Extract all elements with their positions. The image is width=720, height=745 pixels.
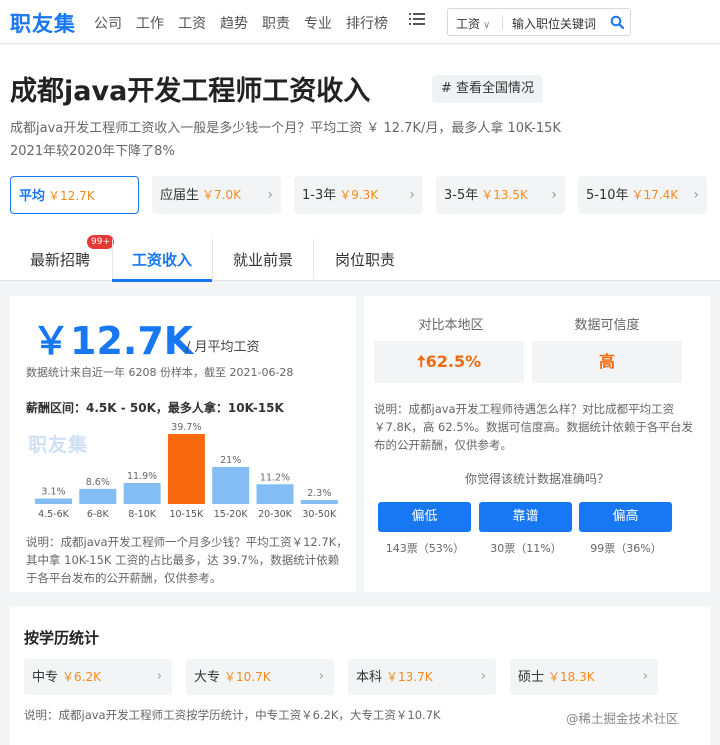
credibility-label: 数据可信度 xyxy=(574,318,640,333)
chevron-right-icon: › xyxy=(642,669,648,684)
experience-filter: 平均 ￥12.7K 应届生 ￥7.0K › 1-3年 ￥9.3K › 3-5年 ￥13.5K… xyxy=(10,176,720,214)
bar-category-label: 15-20K xyxy=(214,509,249,520)
search-box: 工资 ∨ 输入职位关键词 xyxy=(447,8,631,36)
menu-icon[interactable] xyxy=(409,13,425,29)
chevron-right-icon: › xyxy=(318,669,324,684)
tab-divider xyxy=(313,239,314,279)
bar-value-label: 2.3% xyxy=(307,488,331,499)
salary-range: 薪酬区间：4.5K - 50K，最多人拿：10K-15K xyxy=(26,401,284,415)
sample-info: 数据统计来自近一年 6208 份样本，截至 2021-06-28 xyxy=(26,366,294,379)
bar-8-10K xyxy=(123,483,161,504)
top-bar: 职友集 公司 工作 工资 趋势 职责 专业 排行榜 工资 ∨ 输入职位关键词 xyxy=(0,0,720,44)
new-jobs-badge: 99+ xyxy=(87,235,114,249)
bar-4.5-6K xyxy=(35,498,72,504)
bar-10-15K xyxy=(167,434,205,504)
average-salary: ￥12.7K xyxy=(32,319,194,363)
header-section: 成都java开发工程师工资收入 # 查看全国情况 成都java开发工程师工资收入… xyxy=(0,45,720,282)
vote-question: 你觉得该统计数据准确吗？ xyxy=(464,472,609,486)
pill-3-5-years[interactable]: 3-5年 ￥13.5K › xyxy=(436,176,565,214)
search-divider xyxy=(502,15,503,30)
salary-note: 说明：成都java开发工程师一个月多少钱？平均工资￥12.7K，其中拿 10K-… xyxy=(26,535,348,585)
salary-distribution-chart: 3.1% 4.5-6K 8.6% 6-8K 11.9% 8-10K 39.7% 10-15K 2… xyxy=(35,422,338,520)
chevron-right-icon: › xyxy=(551,187,557,203)
tab-salary[interactable]: 工资收入 xyxy=(132,249,192,270)
bar-category-label: 8-10K xyxy=(128,509,157,520)
active-tab-indicator xyxy=(112,279,212,282)
vote-accurate-button[interactable]: 靠谱 xyxy=(479,502,572,532)
tab-bar: 最新招聘 99+ 工资收入 就业前景 岗位职责 xyxy=(0,235,720,282)
chevron-right-icon: › xyxy=(480,669,486,684)
pill-graduate[interactable]: 应届生 ￥7.0K › xyxy=(152,176,281,214)
nav-item-major[interactable]: 专业 xyxy=(304,13,332,33)
search-type-select[interactable]: 工资 ∨ xyxy=(456,15,490,32)
vote-high-button[interactable]: 偏高 xyxy=(579,502,672,532)
chevron-right-icon: › xyxy=(409,187,415,203)
bar-30-50K xyxy=(300,499,338,504)
search-input[interactable]: 输入职位关键词 xyxy=(512,15,596,32)
main-nav: 公司 工作 工资 趋势 职责 专业 排行榜 xyxy=(94,13,402,33)
tab-divider xyxy=(212,239,213,279)
nav-item-trend[interactable]: 趋势 xyxy=(220,13,248,33)
bar-category-label: 6-8K xyxy=(87,509,110,520)
tab-latest-jobs[interactable]: 最新招聘 xyxy=(30,249,90,270)
bar-value-label: 3.1% xyxy=(41,487,65,498)
tab-prospects[interactable]: 就业前景 xyxy=(233,249,293,270)
credibility-value-box: 高 xyxy=(532,341,682,383)
description-line: 2021年较2020年下降了8% xyxy=(10,144,175,159)
edu-item-secondary[interactable]: 中专 ￥6.2K › xyxy=(24,659,172,695)
edu-item-college[interactable]: 大专 ￥10.7K › xyxy=(186,659,334,695)
bar-category-label: 30-50K xyxy=(302,509,337,520)
compare-value-box: 🠅62.5% xyxy=(374,341,524,383)
education-list: 中专 ￥6.2K › 大专 ￥10.7K › 本科 ￥13.7K › 硕士 ￥18.3K › xyxy=(24,659,672,695)
vote-count: 143票（53%） xyxy=(385,542,465,555)
search-icon[interactable] xyxy=(610,15,624,29)
site-logo[interactable]: 职友集 xyxy=(10,8,76,38)
bar-15-20K xyxy=(212,466,250,504)
page-description: 成都java开发工程师工资收入一般是多少钱一个月？平均工资 ￥ 12.7K/月，… xyxy=(10,117,570,163)
bar-value-label: 39.7% xyxy=(171,422,201,433)
nav-item-ranking[interactable]: 排行榜 xyxy=(346,13,388,33)
bar-6-8K xyxy=(79,488,117,504)
description-line: 成都java开发工程师工资收入一般是多少钱一个月？平均工资 ￥ 12.7K/月，… xyxy=(10,121,561,136)
salary-card: ￥12.7K / 月平均工资 数据统计来自近一年 6208 份样本，截至 202… xyxy=(10,296,356,592)
nav-item-company[interactable]: 公司 xyxy=(94,13,122,33)
chevron-right-icon: › xyxy=(267,187,273,203)
bar-value-label: 11.9% xyxy=(127,471,157,482)
compare-label: 对比本地区 xyxy=(418,318,484,333)
education-title: 按学历统计 xyxy=(24,629,100,647)
bar-category-label: 4.5-6K xyxy=(38,509,70,520)
chevron-down-icon: ∨ xyxy=(483,20,491,31)
bar-value-label: 11.2% xyxy=(260,472,290,483)
page-title: 成都java开发工程师工资收入 xyxy=(10,76,371,107)
chevron-right-icon: › xyxy=(156,669,162,684)
footer-watermark: @稀土掘金技术社区 xyxy=(562,708,683,727)
pill-5-10-years[interactable]: 5-10年 ￥17.4K › xyxy=(578,176,707,214)
bar-value-label: 21% xyxy=(220,455,241,466)
national-tag-button[interactable]: # 查看全国情况 xyxy=(432,75,544,103)
vote-count: 99票（36%） xyxy=(590,542,662,555)
vote-low-button[interactable]: 偏低 xyxy=(378,502,471,532)
bar-category-label: 10-15K xyxy=(169,509,204,520)
pill-1-3-years[interactable]: 1-3年 ￥9.3K › xyxy=(294,176,423,214)
compare-note: 说明：成都java开发工程师待遇怎么样？对比成都平均工资 ￥7.8K，高 62.… xyxy=(374,402,694,452)
edu-item-bachelor[interactable]: 本科 ￥13.7K › xyxy=(348,659,496,695)
edu-item-master[interactable]: 硕士 ￥18.3K › xyxy=(510,659,658,695)
bar-category-label: 20-30K xyxy=(258,509,293,520)
compare-card: 对比本地区 数据可信度 🠅62.5% 高 说明：成都java开发工程师待遇怎么样… xyxy=(364,296,710,592)
nav-item-jobs[interactable]: 工作 xyxy=(136,13,164,33)
bar-value-label: 8.6% xyxy=(86,477,110,488)
salary-unit: / 月平均工资 xyxy=(186,340,260,355)
chevron-right-icon: › xyxy=(693,187,699,203)
bar-20-30K xyxy=(256,484,294,504)
arrow-up-icon: 🠅 xyxy=(416,352,426,371)
nav-item-salary[interactable]: 工资 xyxy=(178,13,206,33)
nav-item-duty[interactable]: 职责 xyxy=(262,13,290,33)
pill-average[interactable]: 平均 ￥12.7K xyxy=(10,176,139,214)
vote-count: 30票（11%） xyxy=(490,542,562,555)
tab-duties[interactable]: 岗位职责 xyxy=(335,249,395,270)
education-note: 说明：成都java开发工程师工资按学历统计，中专工资￥6.2K，大专工资￥10.… xyxy=(24,708,441,722)
tab-divider xyxy=(112,239,113,279)
